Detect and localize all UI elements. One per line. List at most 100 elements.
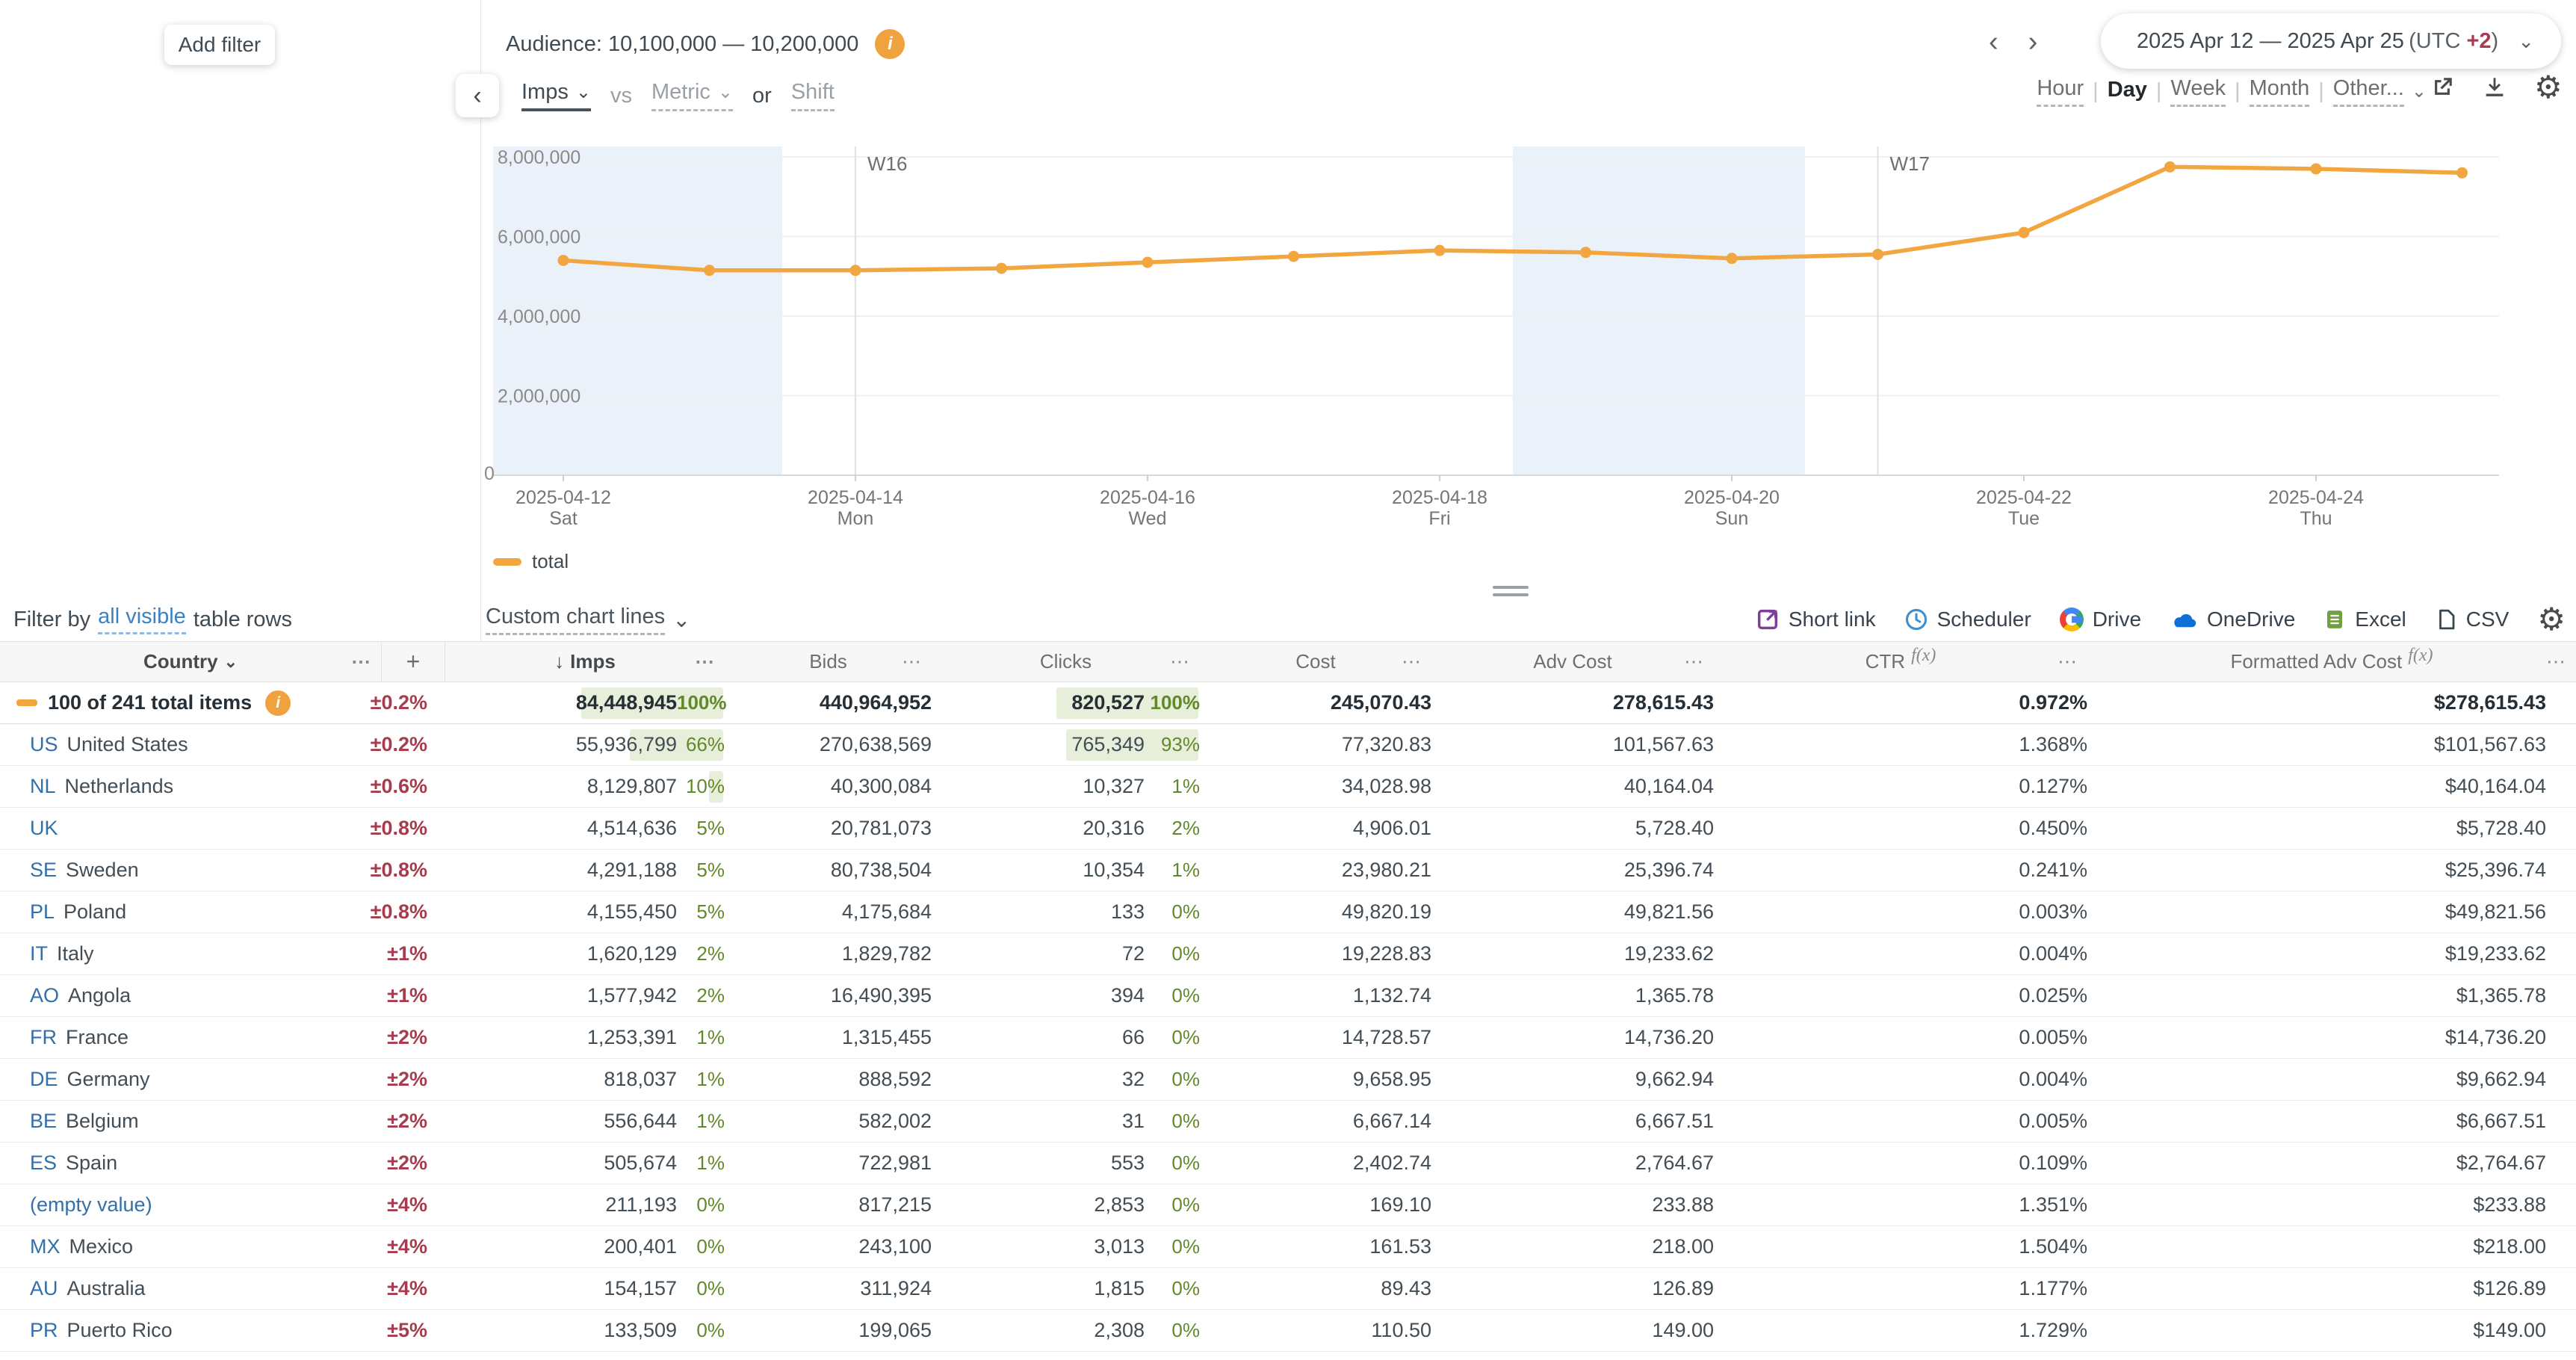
toolbar-drive-button[interactable]: Drive xyxy=(2060,608,2141,631)
table-row[interactable]: SESweden±0.8%4,291,1885%80,738,50410,354… xyxy=(0,850,2576,891)
column-header-ctr[interactable]: CTRf(x) ⋯ xyxy=(1714,642,2087,681)
adv-cost-cell: 40,164.04 xyxy=(1431,766,1714,807)
table-row[interactable]: AUAustralia±4%154,1570%311,9241,8150%89.… xyxy=(0,1268,2576,1310)
imps-cell: 154,1570% xyxy=(427,1268,725,1309)
imps-cell: 4,514,6365% xyxy=(427,808,725,849)
toolbar-scheduler-button[interactable]: Scheduler xyxy=(1904,608,2031,631)
change-cell: ±4% xyxy=(329,1184,427,1225)
cost-cell: 49,820.19 xyxy=(1200,891,1431,933)
info-icon[interactable]: i xyxy=(265,690,291,716)
svg-text:2025-04-20: 2025-04-20 xyxy=(1684,487,1780,508)
table-row[interactable]: NLNetherlands±0.6%8,129,80710%40,300,084… xyxy=(0,766,2576,808)
clicks-cell: 660% xyxy=(932,1017,1200,1058)
table-row[interactable]: ESSpain±2%505,6741%722,9815530%2,402.742… xyxy=(0,1143,2576,1184)
formatted-adv-cost-cell: $49,821.56 xyxy=(2087,891,2546,933)
ctr-cell: 1.504% xyxy=(1714,1226,2087,1267)
cost-cell: 6,667.14 xyxy=(1200,1101,1431,1142)
imps-cell: 818,0371% xyxy=(427,1059,725,1100)
table-row[interactable]: (empty value)±4%211,1930%817,2152,8530%1… xyxy=(0,1184,2576,1226)
column-header-formatted-adv-cost[interactable]: Formatted Adv Costf(x) ⋯ xyxy=(2087,642,2576,681)
clicks-cell: 2,8530% xyxy=(932,1184,1200,1225)
adv-cost-cell: 5,728.40 xyxy=(1431,808,1714,849)
column-menu-icon[interactable]: ⋯ xyxy=(902,650,921,673)
all-visible-link[interactable]: all visible xyxy=(98,605,186,634)
adv-cost-cell: 233.88 xyxy=(1431,1184,1714,1225)
svg-text:Sat: Sat xyxy=(549,508,578,529)
country-name: Belgium xyxy=(66,1110,139,1133)
toolbar-onedrive-button[interactable]: OneDrive xyxy=(2170,605,2295,634)
country-cell: SESweden xyxy=(0,850,329,891)
table-row[interactable]: UK±0.8%4,514,6365%20,781,07320,3162%4,90… xyxy=(0,808,2576,850)
timeseries-chart[interactable]: W16W172,000,0004,000,0006,000,0008,000,0… xyxy=(0,0,2576,553)
table-row[interactable]: FRFrance±2%1,253,3911%1,315,455660%14,72… xyxy=(0,1017,2576,1059)
country-code: ES xyxy=(30,1152,57,1175)
column-header-country[interactable]: Country⌄ ⋯ xyxy=(0,642,381,681)
ctr-cell: 0.005% xyxy=(1714,1101,2087,1142)
country-code: SE xyxy=(30,859,57,882)
table-row[interactable]: USUnited States±0.2%55,936,79966%270,638… xyxy=(0,724,2576,766)
table-row[interactable]: PRPuerto Rico±5%133,5090%199,0652,3080%1… xyxy=(0,1310,2576,1352)
column-menu-icon[interactable]: ⋯ xyxy=(1402,650,1421,673)
svg-text:Tue: Tue xyxy=(2008,508,2040,529)
ctr-cell: 0.109% xyxy=(1714,1143,2087,1184)
clicks-cell: 1330% xyxy=(932,891,1200,933)
column-menu-icon[interactable]: ⋯ xyxy=(2058,650,2077,673)
table-row[interactable]: AOAngola±1%1,577,9422%16,490,3953940%1,1… xyxy=(0,975,2576,1017)
column-menu-icon[interactable]: ⋯ xyxy=(1684,650,1703,673)
change-cell: ±0.8% xyxy=(329,850,427,891)
cost-cell: 34,028.98 xyxy=(1200,766,1431,807)
table-row[interactable]: MXMexico±4%200,4010%243,1003,0130%161.53… xyxy=(0,1226,2576,1268)
ctr-cell: 0.025% xyxy=(1714,975,2087,1016)
column-header-adv-cost[interactable]: Adv Cost ⋯ xyxy=(1431,642,1714,681)
table-settings-gear-icon[interactable]: ⚙ xyxy=(2537,604,2566,635)
column-menu-icon[interactable]: ⋯ xyxy=(351,650,371,673)
country-name: France xyxy=(66,1026,129,1049)
clicks-cell: 720% xyxy=(932,933,1200,974)
country-cell: NLNetherlands xyxy=(0,766,329,807)
toolbar-short-link-button[interactable]: Short link xyxy=(1756,608,1876,631)
legend-color-dash xyxy=(493,558,521,566)
imps-cell: 1,577,9422% xyxy=(427,975,725,1016)
table-row[interactable]: 100 of 241 total itemsi±0.2%84,448,94510… xyxy=(0,682,2576,724)
column-menu-icon[interactable]: ⋯ xyxy=(695,650,714,673)
column-menu-icon[interactable]: ⋯ xyxy=(2546,650,2566,673)
imps-cell: 200,4010% xyxy=(427,1226,725,1267)
country-name: Germany xyxy=(67,1068,150,1091)
formula-icon: f(x) xyxy=(2408,646,2433,666)
country-cell: PLPoland xyxy=(0,891,329,933)
cost-cell: 1,132.74 xyxy=(1200,975,1431,1016)
country-name: Australia xyxy=(67,1277,146,1300)
column-header-imps[interactable]: ↓ Imps ⋯ xyxy=(445,642,725,681)
country-cell: FRFrance xyxy=(0,1017,329,1058)
sort-desc-icon: ↓ xyxy=(554,650,564,673)
table-row[interactable]: DEGermany±2%818,0371%888,592320%9,658.95… xyxy=(0,1059,2576,1101)
bids-cell: 40,300,084 xyxy=(725,766,932,807)
column-header-clicks[interactable]: Clicks ⋯ xyxy=(932,642,1200,681)
export-toolbar: Short link Scheduler Drive OneDrive Excel CSV… xyxy=(1756,604,2566,635)
formatted-adv-cost-cell: $126.89 xyxy=(2087,1268,2546,1309)
add-column-button[interactable]: + xyxy=(381,642,445,681)
adv-cost-cell: 2,764.67 xyxy=(1431,1143,1714,1184)
toolbar-csv-button[interactable]: CSV xyxy=(2435,608,2510,631)
toolbar-excel-button[interactable]: Excel xyxy=(2323,608,2406,631)
adv-cost-cell: 14,736.20 xyxy=(1431,1017,1714,1058)
cost-cell: 110.50 xyxy=(1200,1310,1431,1351)
ctr-cell: 0.003% xyxy=(1714,891,2087,933)
column-header-cost[interactable]: Cost ⋯ xyxy=(1200,642,1431,681)
country-name: Italy xyxy=(57,942,94,965)
ctr-cell: 1.729% xyxy=(1714,1310,2087,1351)
bids-cell: 722,981 xyxy=(725,1143,932,1184)
column-header-bids[interactable]: Bids ⋯ xyxy=(725,642,932,681)
table-row[interactable]: BEBelgium±2%556,6441%582,002310%6,667.14… xyxy=(0,1101,2576,1143)
clicks-cell: 2,3080% xyxy=(932,1310,1200,1351)
formatted-adv-cost-cell: $5,728.40 xyxy=(2087,808,2546,849)
legend-item-total[interactable]: total xyxy=(493,550,569,573)
chevron-down-icon: ⌄ xyxy=(672,607,690,633)
change-cell: ±2% xyxy=(329,1017,427,1058)
ctr-cell: 1.177% xyxy=(1714,1268,2087,1309)
custom-chart-lines-select[interactable]: Custom chart lines ⌄ xyxy=(486,605,690,635)
table-row[interactable]: PLPoland±0.8%4,155,4505%4,175,6841330%49… xyxy=(0,891,2576,933)
table-row[interactable]: ITItaly±1%1,620,1292%1,829,782720%19,228… xyxy=(0,933,2576,975)
column-menu-icon[interactable]: ⋯ xyxy=(1170,650,1189,673)
imps-cell: 1,620,1292% xyxy=(427,933,725,974)
